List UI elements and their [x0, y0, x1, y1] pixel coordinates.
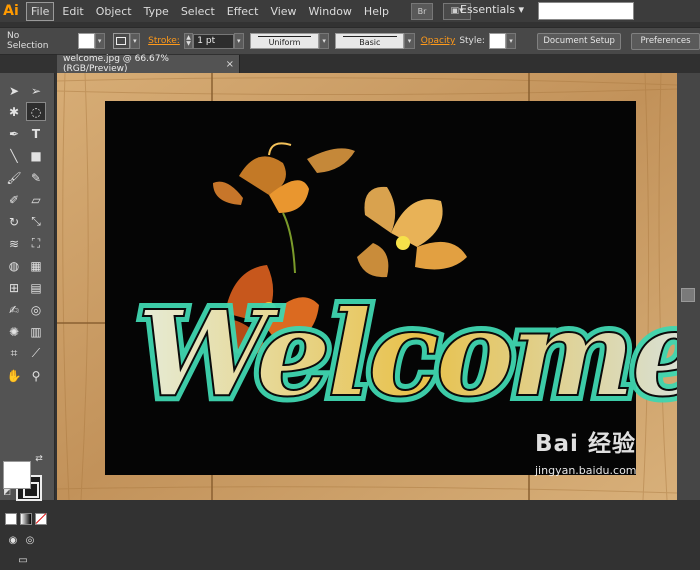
- style-label: Style:: [459, 36, 485, 46]
- variable-width-profile[interactable]: Uniform: [250, 33, 319, 49]
- style-dropdown[interactable]: ▾: [505, 33, 517, 49]
- search-input[interactable]: [538, 2, 634, 20]
- pencil-tool-icon[interactable]: ✎: [26, 168, 46, 187]
- scale-tool-icon[interactable]: ⤡: [26, 212, 46, 231]
- menu-help[interactable]: Help: [360, 3, 393, 20]
- profile-dropdown[interactable]: ▾: [318, 33, 330, 49]
- rotate-tool-icon[interactable]: ↻: [4, 212, 24, 231]
- slice-tool-icon[interactable]: ⟋: [26, 344, 46, 363]
- close-icon[interactable]: ×: [226, 59, 234, 70]
- fill-dropdown[interactable]: ▾: [94, 33, 105, 49]
- selection-tool-icon[interactable]: ➤: [4, 81, 24, 100]
- menu-select[interactable]: Select: [177, 3, 219, 20]
- type-tool-icon[interactable]: T: [26, 124, 46, 143]
- document-setup-button[interactable]: Document Setup: [537, 32, 622, 50]
- style-swatch[interactable]: [488, 33, 506, 49]
- eraser-tool-icon[interactable]: ▱: [26, 190, 46, 209]
- scroll-thumb[interactable]: [681, 288, 695, 302]
- control-bar: No Selection ▾ ▾ Stroke: ▲ ▼ 1 pt ▾ Unifo…: [0, 27, 700, 55]
- stroke-weight-dropdown[interactable]: ▾: [233, 33, 244, 49]
- menu-file[interactable]: File: [26, 1, 55, 21]
- magic-wand-tool-icon[interactable]: ✱: [4, 102, 24, 121]
- fill-swatch[interactable]: [77, 33, 95, 49]
- preferences-button[interactable]: Preferences: [631, 32, 700, 50]
- welcome-text: Welcome: [137, 284, 677, 423]
- gradient-tool-icon[interactable]: ▤: [26, 278, 46, 297]
- menu-effect[interactable]: Effect: [223, 3, 263, 20]
- tools-panel: ➤ ➢ ✱ ◌ ✒ T ╲ ■ 🖌 ✎ ✐ ▱ ↻ ⤡ ≋ ⛶ ◍ ▦ ⊞ ▤ …: [0, 73, 55, 566]
- none-mode-icon[interactable]: [35, 513, 47, 525]
- brush-definition[interactable]: Basic: [335, 33, 405, 49]
- opacity-label[interactable]: Opacity: [421, 36, 456, 46]
- stroke-spinner[interactable]: ▲ ▼: [183, 33, 194, 49]
- screen-mode-icon[interactable]: ▭: [13, 551, 33, 570]
- stroke-weight-field[interactable]: 1 pt: [193, 33, 234, 49]
- watermark-url: jingyan.baidu.com: [535, 464, 637, 477]
- stroke-swatch[interactable]: [112, 33, 130, 49]
- paintbrush-tool-icon[interactable]: 🖌: [4, 168, 24, 187]
- menu-edit[interactable]: Edit: [58, 3, 87, 20]
- zoom-tool-icon[interactable]: ⚲: [26, 366, 46, 385]
- line-segment-tool-icon[interactable]: ╲: [4, 146, 24, 165]
- mesh-tool-icon[interactable]: ⊞: [4, 278, 24, 297]
- menu-type[interactable]: Type: [140, 3, 173, 20]
- stroke-label[interactable]: Stroke:: [148, 36, 180, 46]
- artboard-tool-icon[interactable]: ⌗: [4, 344, 24, 363]
- color-mode-icon[interactable]: [5, 513, 17, 525]
- brush-dropdown[interactable]: ▾: [404, 33, 415, 49]
- watermark-title: Bai 经验: [535, 431, 636, 457]
- document-tab-title: welcome.jpg @ 66.67% (RGB/Preview): [63, 54, 169, 74]
- menu-view[interactable]: View: [266, 3, 300, 20]
- watermark: Bai 经验 jingyan.baidu.com: [535, 424, 685, 494]
- document-tab-strip: welcome.jpg @ 66.67% (RGB/Preview) ×: [57, 54, 700, 74]
- pen-tool-icon[interactable]: ✒: [4, 124, 24, 143]
- selection-status: No Selection: [7, 31, 49, 51]
- free-transform-tool-icon[interactable]: ⛶: [26, 234, 46, 253]
- bridge-icon[interactable]: Br: [411, 2, 433, 20]
- hand-tool-icon[interactable]: ✋: [4, 366, 24, 385]
- gradient-mode-icon[interactable]: [20, 513, 32, 525]
- window-controls: [640, 0, 700, 22]
- shape-builder-tool-icon[interactable]: ◍: [4, 256, 24, 275]
- symbol-sprayer-tool-icon[interactable]: ✺: [4, 322, 24, 341]
- rectangle-tool-icon[interactable]: ■: [26, 146, 46, 165]
- draw-behind-icon[interactable]: ◎: [20, 531, 40, 550]
- swap-colors-icon[interactable]: ⇄: [33, 453, 45, 465]
- workspace-switcher[interactable]: Essentials ▾: [460, 3, 524, 16]
- menu-window[interactable]: Window: [305, 3, 356, 20]
- stroke-swatch-icon: [116, 37, 127, 45]
- app-logo: Ai: [3, 3, 19, 19]
- eyedropper-tool-icon[interactable]: ✍: [4, 300, 24, 319]
- document-tab[interactable]: welcome.jpg @ 66.67% (RGB/Preview) ×: [57, 54, 240, 74]
- lasso-tool-icon[interactable]: ◌: [26, 102, 46, 121]
- menu-object[interactable]: Object: [92, 3, 136, 20]
- blob-brush-tool-icon[interactable]: ✐: [4, 190, 24, 209]
- column-graph-tool-icon[interactable]: ▥: [26, 322, 46, 341]
- stroke-dropdown[interactable]: ▾: [129, 33, 141, 49]
- direct-selection-tool-icon[interactable]: ➢: [26, 81, 46, 100]
- width-tool-icon[interactable]: ≋: [4, 234, 24, 253]
- fill-color-box[interactable]: [3, 461, 31, 489]
- blend-tool-icon[interactable]: ◎: [26, 300, 46, 319]
- perspective-grid-tool-icon[interactable]: ▦: [26, 256, 46, 275]
